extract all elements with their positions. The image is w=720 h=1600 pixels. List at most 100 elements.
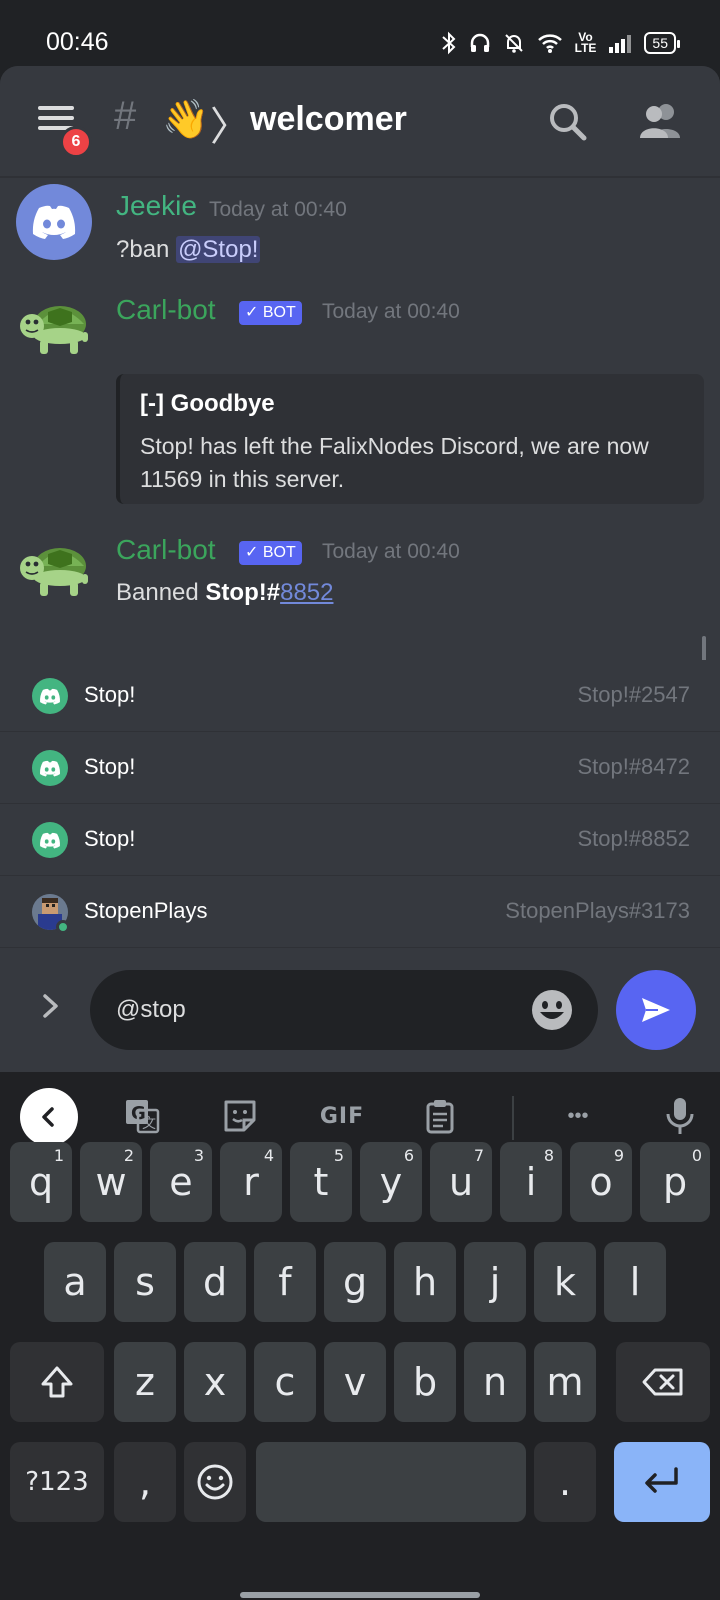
author-name[interactable]: Jeekie — [116, 190, 197, 222]
key-y[interactable]: y6 — [360, 1142, 422, 1222]
symbols-key[interactable]: ?123 — [10, 1442, 104, 1522]
turtle-avatar-icon — [20, 548, 88, 596]
channel-hash-icon: # — [114, 94, 137, 138]
suggestion-item[interactable]: Stop! Stop!#2547 — [0, 660, 720, 732]
message-input[interactable]: @stop — [90, 970, 598, 1050]
backspace-key[interactable] — [616, 1342, 710, 1422]
emoji-icon[interactable] — [530, 988, 574, 1032]
message-text: ?ban — [116, 236, 177, 263]
author-name[interactable]: Carl-bot — [116, 294, 216, 326]
key-b[interactable]: b — [394, 1342, 456, 1422]
key-u[interactable]: u7 — [430, 1142, 492, 1222]
avatar[interactable] — [16, 184, 92, 260]
wifi-icon — [537, 30, 563, 56]
gif-button[interactable]: GIF — [314, 1094, 370, 1138]
comma-key[interactable]: , — [114, 1442, 176, 1522]
send-button[interactable] — [616, 970, 696, 1050]
key-label: q — [28, 1160, 54, 1204]
message-input-value: @stop — [116, 996, 186, 1023]
status-icons: Vo LTE 55 — [441, 30, 680, 56]
key-w[interactable]: w2 — [80, 1142, 142, 1222]
key-m[interactable]: m — [534, 1342, 596, 1422]
space-key[interactable] — [256, 1442, 526, 1522]
key-t[interactable]: t5 — [290, 1142, 352, 1222]
key-z[interactable]: z — [114, 1342, 176, 1422]
period-key[interactable]: . — [534, 1442, 596, 1522]
shift-key[interactable] — [10, 1342, 104, 1422]
key-h[interactable]: h — [394, 1242, 456, 1322]
discriminator-link[interactable]: 8852 — [280, 579, 333, 606]
microphone-icon[interactable] — [656, 1094, 704, 1138]
key-label: y — [379, 1160, 403, 1204]
key-j[interactable]: j — [464, 1242, 526, 1322]
translate-icon[interactable]: G文 — [118, 1094, 166, 1138]
key-k[interactable]: k — [534, 1242, 596, 1322]
wave-emoji: 👋 — [162, 99, 210, 141]
avatar[interactable] — [16, 290, 92, 366]
back-icon[interactable] — [20, 1088, 78, 1146]
key-o[interactable]: o9 — [570, 1142, 632, 1222]
key-g[interactable]: g — [324, 1242, 386, 1322]
message-list: Jeekie Today at 00:40 ?ban @Stop! Carl-b… — [0, 176, 720, 660]
enter-key[interactable] — [614, 1442, 710, 1522]
search-icon[interactable] — [544, 98, 592, 146]
suggestion-item[interactable]: StopenPlays StopenPlays#3173 — [0, 876, 720, 948]
timestamp: Today at 00:40 — [209, 198, 347, 221]
user-mention[interactable]: @Stop! — [176, 236, 261, 263]
timestamp: Today at 00:40 — [322, 540, 460, 563]
key-i[interactable]: i8 — [500, 1142, 562, 1222]
channel-name[interactable]: welcomer — [250, 100, 407, 139]
key-e[interactable]: e3 — [150, 1142, 212, 1222]
key-l[interactable]: l — [604, 1242, 666, 1322]
suggestion-name: Stop! — [84, 826, 136, 851]
sticker-icon[interactable] — [216, 1094, 264, 1138]
message-content: ?ban @Stop! — [116, 236, 261, 264]
key-p[interactable]: p0 — [640, 1142, 710, 1222]
discord-avatar-icon — [32, 678, 68, 714]
svg-text:文: 文 — [142, 1116, 156, 1132]
message-composer: @stop — [0, 948, 720, 1072]
key-hint: 7 — [473, 1146, 484, 1165]
key-n[interactable]: n — [464, 1342, 526, 1422]
scrollbar[interactable] — [702, 636, 706, 660]
turtle-avatar-icon — [20, 306, 88, 354]
key-s[interactable]: s — [114, 1242, 176, 1322]
clipboard-icon[interactable] — [416, 1094, 464, 1138]
chevron-right-icon[interactable] — [32, 988, 68, 1024]
suggestion-tag: Stop!#2547 — [577, 682, 690, 707]
discord-avatar-icon — [32, 822, 68, 858]
message-content: Banned Stop!#8852 — [116, 579, 333, 607]
suggestion-item[interactable]: Stop! Stop!#8852 — [0, 804, 720, 876]
suggestion-item[interactable]: Stop! Stop!#8472 — [0, 732, 720, 804]
key-label: p — [662, 1160, 688, 1204]
emoji-icon — [197, 1464, 233, 1500]
key-label: r — [243, 1160, 259, 1204]
more-options-icon[interactable]: ••• — [554, 1094, 602, 1138]
key-q[interactable]: q1 — [10, 1142, 72, 1222]
suggestion-tag: Stop!#8852 — [577, 826, 690, 851]
key-d[interactable]: d — [184, 1242, 246, 1322]
emoji-key[interactable] — [184, 1442, 246, 1522]
discord-avatar-icon — [32, 750, 68, 786]
key-c[interactable]: c — [254, 1342, 316, 1422]
menu-button[interactable]: 6 — [30, 100, 92, 158]
key-hint: 1 — [53, 1146, 64, 1165]
key-hint: 3 — [193, 1146, 204, 1165]
discord-app: 6 # 👋 〉 welcomer Jeekie Today at 00:40 ?… — [0, 66, 720, 1072]
key-r[interactable]: r4 — [220, 1142, 282, 1222]
key-hint: 8 — [543, 1146, 554, 1165]
key-a[interactable]: a — [44, 1242, 106, 1322]
key-hint: 4 — [263, 1146, 274, 1165]
key-f[interactable]: f — [254, 1242, 316, 1322]
key-hint: 5 — [333, 1146, 344, 1165]
author-name[interactable]: Carl-bot — [116, 534, 216, 566]
avatar[interactable] — [16, 532, 92, 608]
unread-badge: 6 — [60, 126, 92, 158]
signal-icon — [608, 30, 632, 56]
key-v[interactable]: v — [324, 1342, 386, 1422]
bot-tag: ✓ BOT — [239, 301, 302, 325]
gesture-nav-bar[interactable] — [240, 1592, 480, 1598]
key-x[interactable]: x — [184, 1342, 246, 1422]
members-icon[interactable] — [636, 98, 684, 146]
suggestion-tag: StopenPlays#3173 — [505, 898, 690, 923]
